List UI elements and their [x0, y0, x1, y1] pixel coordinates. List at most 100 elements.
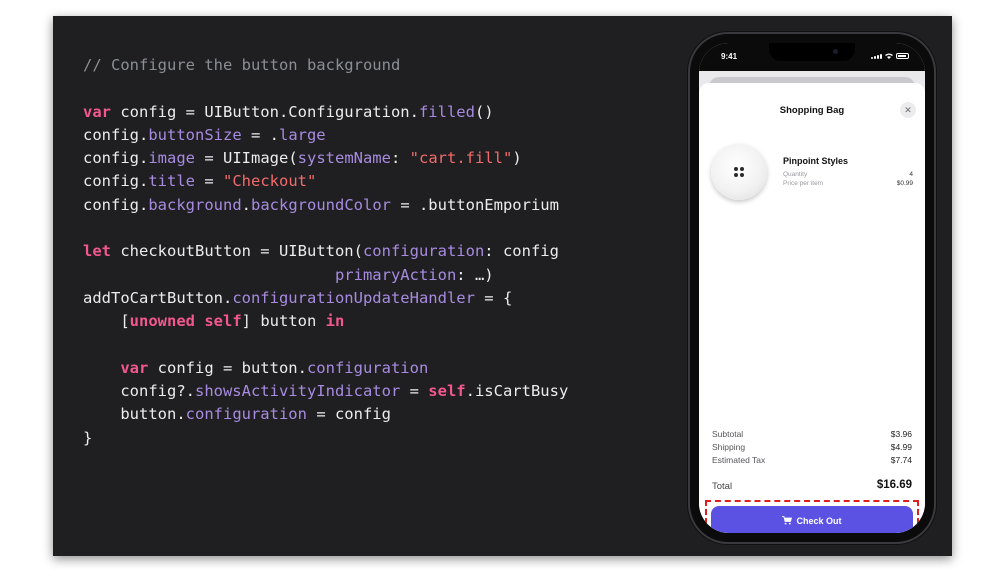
- code-token-plain: = {: [474, 288, 513, 307]
- code-line: var config = UIButton.Configuration.fill…: [83, 101, 568, 124]
- code-token-keyword: unowned: [129, 312, 195, 331]
- code-token-plain: }: [83, 428, 93, 447]
- subtotal-value: $3.96: [890, 429, 912, 439]
- total-value: $16.69: [876, 479, 912, 491]
- code-line: config.buttonSize = .large: [83, 124, 568, 147]
- code-line: [unowned self] button in: [83, 310, 568, 333]
- signal-icon: [871, 54, 882, 59]
- product-image: [711, 144, 767, 200]
- shipping-value: $4.99: [890, 442, 912, 452]
- code-token-property: configurationUpdateHandler: [232, 288, 475, 307]
- notch: [769, 43, 855, 61]
- code-token-plain: (): [474, 102, 494, 121]
- code-token-plain: config = button.: [148, 358, 307, 377]
- code-line: config.image = UIImage(systemName: "cart…: [83, 147, 568, 170]
- code-token-keyword: let: [83, 242, 111, 261]
- code-token-plain: ] button: [241, 312, 326, 331]
- code-line: config.title = "Checkout": [83, 170, 568, 193]
- code-line: config?.showsActivityIndicator = self.is…: [83, 380, 568, 403]
- code-token-plain: = config: [306, 405, 391, 424]
- code-token-keyword: var: [83, 102, 111, 121]
- code-line: let checkoutButton = UIButton(configurat…: [83, 240, 568, 263]
- quantity-label: Quantity: [783, 171, 808, 178]
- code-line: // Configure the button background: [83, 54, 568, 77]
- code-token-property: systemName: [297, 149, 391, 168]
- code-token-plain: : …): [456, 265, 494, 284]
- status-bar: 9:41: [699, 43, 925, 71]
- code-line: button.configuration = config: [83, 403, 568, 426]
- code-token-comment: // Configure the button background: [83, 56, 401, 74]
- code-token-plain: = UIImage(: [195, 149, 298, 168]
- code-line: addToCartButton.configurationUpdateHandl…: [83, 287, 568, 310]
- tax-value: $7.74: [890, 455, 912, 465]
- code-token-property: configuration: [362, 242, 485, 261]
- camera-icon: [833, 49, 838, 54]
- cart-icon: [782, 516, 793, 525]
- code-token-plain: config.: [83, 195, 149, 214]
- code-token-property: backgroundColor: [251, 195, 391, 214]
- code-block: // Configure the button background var co…: [83, 54, 568, 450]
- code-token-property: configuration: [306, 358, 429, 377]
- code-token-string: "cart.fill": [409, 149, 513, 168]
- checkout-button[interactable]: Check Out: [711, 506, 913, 533]
- code-token-plain: checkoutButton = UIButton(: [111, 242, 363, 261]
- close-icon: ✕: [904, 104, 912, 115]
- code-token-property: buttonSize: [148, 125, 242, 144]
- shopping-bag-sheet: Shopping Bag ✕ Pinpoint Styles Quantity …: [699, 83, 925, 533]
- code-token-string: "Checkout": [223, 172, 317, 191]
- code-token-plain: ): [512, 149, 522, 168]
- code-token-plain: config = UIButton.Configuration.: [111, 102, 419, 121]
- code-token-plain: config.: [83, 149, 149, 168]
- code-token-plain: .: [241, 195, 251, 214]
- slide: // Configure the button background var co…: [53, 16, 952, 556]
- subtotal-label: Subtotal: [712, 429, 744, 439]
- code-token-plain: : config: [484, 242, 559, 261]
- code-token-keyword: var: [120, 358, 149, 377]
- code-token-plain: :: [390, 149, 410, 168]
- code-line: }: [83, 427, 568, 450]
- code-token-plain: button.: [83, 405, 186, 424]
- code-token-plain: = .: [241, 125, 279, 144]
- pinpoint-dots-icon: [734, 167, 744, 177]
- code-token-property: primaryAction: [334, 265, 457, 284]
- code-token-plain: config?.: [83, 382, 195, 401]
- code-token-plain: [: [83, 312, 130, 331]
- code-token-property: configuration: [185, 405, 307, 424]
- code-token-plain: =: [195, 172, 223, 191]
- code-token-property: background: [148, 195, 242, 214]
- code-line: primaryAction: …): [83, 264, 568, 287]
- code-token-property: title: [148, 172, 195, 191]
- code-token-property: image: [148, 149, 195, 168]
- battery-icon: [896, 53, 909, 59]
- code-token-plain: config.: [83, 125, 149, 144]
- wifi-icon: [885, 53, 893, 59]
- quantity-value: 4: [909, 171, 913, 178]
- code-token-plain: =: [400, 382, 429, 401]
- sheet-title: Shopping Bag: [779, 105, 845, 116]
- price-label: Price per item: [783, 180, 824, 187]
- code-token-keyword: self: [204, 312, 242, 331]
- code-token-property: large: [278, 125, 326, 144]
- close-button[interactable]: ✕: [900, 102, 916, 118]
- code-line: config.background.backgroundColor = .but…: [83, 194, 568, 217]
- code-token-property: showsActivityIndicator: [194, 382, 401, 401]
- shipping-label: Shipping: [712, 442, 746, 452]
- phone-screen: 9:41 Shopping Bag ✕ Pinpoint Styles Quan…: [699, 43, 925, 533]
- code-token-property: filled: [418, 102, 475, 121]
- code-line: var config = button.configuration: [83, 357, 568, 380]
- price-value: $0.99: [896, 180, 913, 187]
- code-token-plain: = .buttonEmporium: [390, 195, 559, 214]
- code-token-plain: .isCartBusy: [465, 382, 569, 401]
- status-icons: [871, 53, 909, 59]
- code-token-keyword: in: [325, 312, 345, 331]
- status-time: 9:41: [721, 52, 738, 61]
- product-name: Pinpoint Styles: [783, 156, 849, 166]
- total-label: Total: [712, 481, 733, 492]
- code-token-plain: addToCartButton.: [83, 288, 233, 307]
